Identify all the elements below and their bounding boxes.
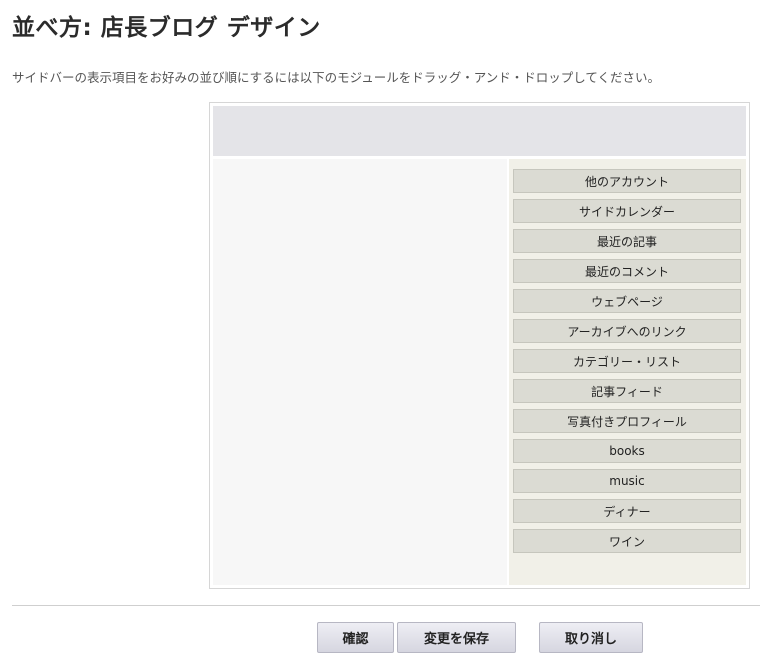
sidebar-module-list: 他のアカウント サイドカレンダー 最近の記事 最近のコメント ウェブページ アー… [513, 169, 741, 559]
footer-divider [12, 605, 760, 606]
save-changes-button[interactable]: 変更を保存 [397, 622, 516, 653]
layout-main-column [213, 159, 507, 585]
sidebar-module-category-list[interactable]: カテゴリー・リスト [513, 349, 741, 373]
sidebar-module-web-pages[interactable]: ウェブページ [513, 289, 741, 313]
sidebar-module-recent-posts[interactable]: 最近の記事 [513, 229, 741, 253]
page-title: 並べ方: 店長ブログ デザイン [12, 15, 321, 41]
instructions-text: サイドバーの表示項目をお好みの並び順にするには以下のモジュールをドラッグ・アンド… [12, 70, 661, 85]
sidebar-module-recent-comments[interactable]: 最近のコメント [513, 259, 741, 283]
cancel-button[interactable]: 取り消し [539, 622, 643, 653]
sidebar-module-photo-profile[interactable]: 写真付きプロフィール [513, 409, 741, 433]
sidebar-module-dinner[interactable]: ディナー [513, 499, 741, 523]
sidebar-module-side-calendar[interactable]: サイドカレンダー [513, 199, 741, 223]
sidebar-column: 他のアカウント サイドカレンダー 最近の記事 最近のコメント ウェブページ アー… [509, 159, 746, 585]
confirm-button[interactable]: 確認 [317, 622, 394, 653]
sidebar-module-other-accounts[interactable]: 他のアカウント [513, 169, 741, 193]
layout-preview: 他のアカウント サイドカレンダー 最近の記事 最近のコメント ウェブページ アー… [209, 102, 750, 589]
layout-header-area [213, 106, 746, 156]
sidebar-module-archive-links[interactable]: アーカイブへのリンク [513, 319, 741, 343]
sidebar-module-books[interactable]: books [513, 439, 741, 463]
sidebar-module-music[interactable]: music [513, 469, 741, 493]
sidebar-module-wine[interactable]: ワイン [513, 529, 741, 553]
sidebar-module-post-feed[interactable]: 記事フィード [513, 379, 741, 403]
